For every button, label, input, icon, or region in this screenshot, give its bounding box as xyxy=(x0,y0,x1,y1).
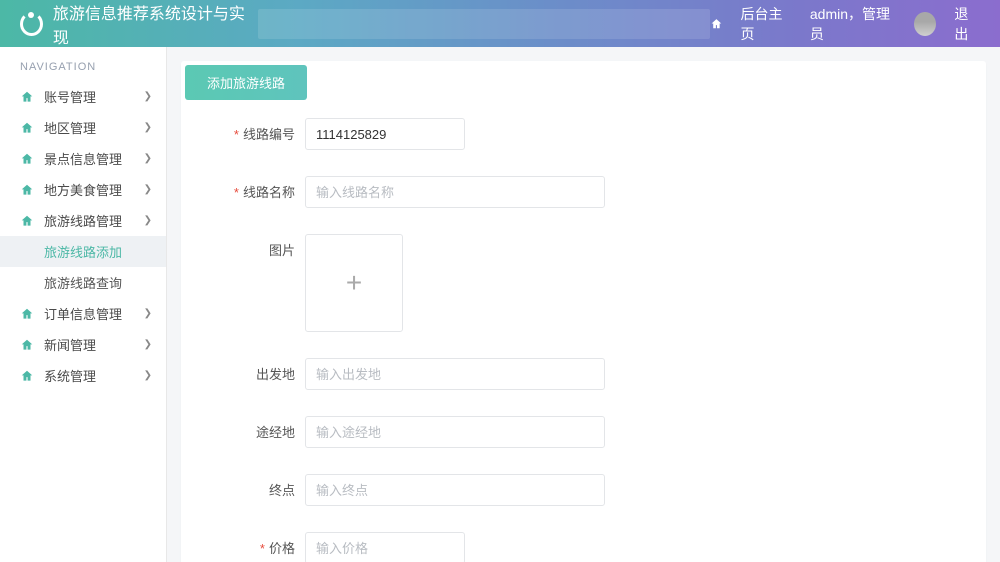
sidebar: NAVIGATION 账号管理 ❯ 地区管理 ❯ 景点信息管理 ❯ 地方美食管理… xyxy=(0,47,167,562)
end-label: 终点 xyxy=(221,474,295,499)
form-row-route-name: *线路名称 xyxy=(221,176,946,208)
sidebar-item-news[interactable]: 新闻管理 ❯ xyxy=(0,329,166,360)
nav-title: NAVIGATION xyxy=(0,47,166,81)
logout-link[interactable]: 退出 xyxy=(954,4,980,44)
price-label: *价格 xyxy=(221,532,295,557)
form-row-waypoint: 途经地 xyxy=(221,416,946,448)
main-content: 添加旅游线路 *线路编号 *线路名称 图片 + 出发地 xyxy=(167,47,1000,562)
image-label: 图片 xyxy=(221,234,295,259)
topbar: 旅游信息推荐系统设计与实现 后台主页 admin，管理员 退出 xyxy=(0,0,1000,47)
price-input[interactable] xyxy=(305,532,465,562)
form-row-price: *价格 xyxy=(221,532,946,562)
sidebar-sub-route-add[interactable]: 旅游线路添加 xyxy=(0,236,166,267)
sidebar-item-label: 旅游线路管理 xyxy=(44,211,122,230)
chevron-right-icon: ❯ xyxy=(144,153,152,164)
route-no-input[interactable] xyxy=(305,118,465,150)
sidebar-sub-route-query[interactable]: 旅游线路查询 xyxy=(0,267,166,298)
form-row-end: 终点 xyxy=(221,474,946,506)
panel-tab: 添加旅游线路 xyxy=(185,65,307,100)
route-form: *线路编号 *线路名称 图片 + 出发地 xyxy=(181,100,986,562)
waypoint-input[interactable] xyxy=(305,416,605,448)
sidebar-item-label: 地方美食管理 xyxy=(44,180,122,199)
chevron-right-icon: ❯ xyxy=(144,308,152,319)
home-icon xyxy=(20,307,34,321)
home-icon xyxy=(20,183,34,197)
chevron-right-icon: ❯ xyxy=(144,91,152,102)
home-icon xyxy=(20,121,34,135)
image-upload[interactable]: + xyxy=(305,234,403,332)
waypoint-label: 途经地 xyxy=(221,416,295,441)
sidebar-item-food[interactable]: 地方美食管理 ❯ xyxy=(0,174,166,205)
sidebar-item-label: 账号管理 xyxy=(44,87,96,106)
route-no-label: *线路编号 xyxy=(221,118,295,143)
global-search-input[interactable] xyxy=(258,9,710,39)
form-panel: 添加旅游线路 *线路编号 *线路名称 图片 + 出发地 xyxy=(181,61,986,562)
chevron-right-icon: ❯ xyxy=(144,370,152,381)
sidebar-item-label: 地区管理 xyxy=(44,118,96,137)
sidebar-item-label: 新闻管理 xyxy=(44,335,96,354)
depart-label: 出发地 xyxy=(221,358,295,383)
sidebar-item-account[interactable]: 账号管理 ❯ xyxy=(0,81,166,112)
home-link[interactable]: 后台主页 xyxy=(741,4,792,44)
form-row-depart: 出发地 xyxy=(221,358,946,390)
app-title: 旅游信息推荐系统设计与实现 xyxy=(53,0,248,48)
chevron-right-icon: ❯ xyxy=(144,184,152,195)
home-icon xyxy=(20,90,34,104)
sidebar-item-label: 订单信息管理 xyxy=(44,304,122,323)
sidebar-item-system[interactable]: 系统管理 ❯ xyxy=(0,360,166,391)
logo-icon xyxy=(20,12,43,36)
topbar-right: 后台主页 admin，管理员 退出 xyxy=(710,4,980,44)
user-info[interactable]: admin，管理员 xyxy=(810,4,896,44)
chevron-right-icon: ❯ xyxy=(144,122,152,133)
avatar[interactable] xyxy=(914,12,936,36)
form-row-route-no: *线路编号 xyxy=(221,118,946,150)
depart-input[interactable] xyxy=(305,358,605,390)
sidebar-item-label: 景点信息管理 xyxy=(44,149,122,168)
route-name-label: *线路名称 xyxy=(221,176,295,201)
sidebar-item-route[interactable]: 旅游线路管理 ❯ xyxy=(0,205,166,236)
home-icon xyxy=(20,369,34,383)
chevron-right-icon: ❯ xyxy=(144,339,152,350)
sidebar-item-region[interactable]: 地区管理 ❯ xyxy=(0,112,166,143)
home-icon xyxy=(20,338,34,352)
chevron-right-icon: ❯ xyxy=(144,215,152,226)
form-row-image: 图片 + xyxy=(221,234,946,332)
home-icon xyxy=(20,214,34,228)
route-name-input[interactable] xyxy=(305,176,605,208)
plus-icon: + xyxy=(346,267,362,299)
end-input[interactable] xyxy=(305,474,605,506)
sidebar-item-scenic[interactable]: 景点信息管理 ❯ xyxy=(0,143,166,174)
sidebar-item-order[interactable]: 订单信息管理 ❯ xyxy=(0,298,166,329)
sidebar-item-label: 系统管理 xyxy=(44,366,96,385)
home-icon[interactable] xyxy=(710,17,723,31)
home-icon xyxy=(20,152,34,166)
